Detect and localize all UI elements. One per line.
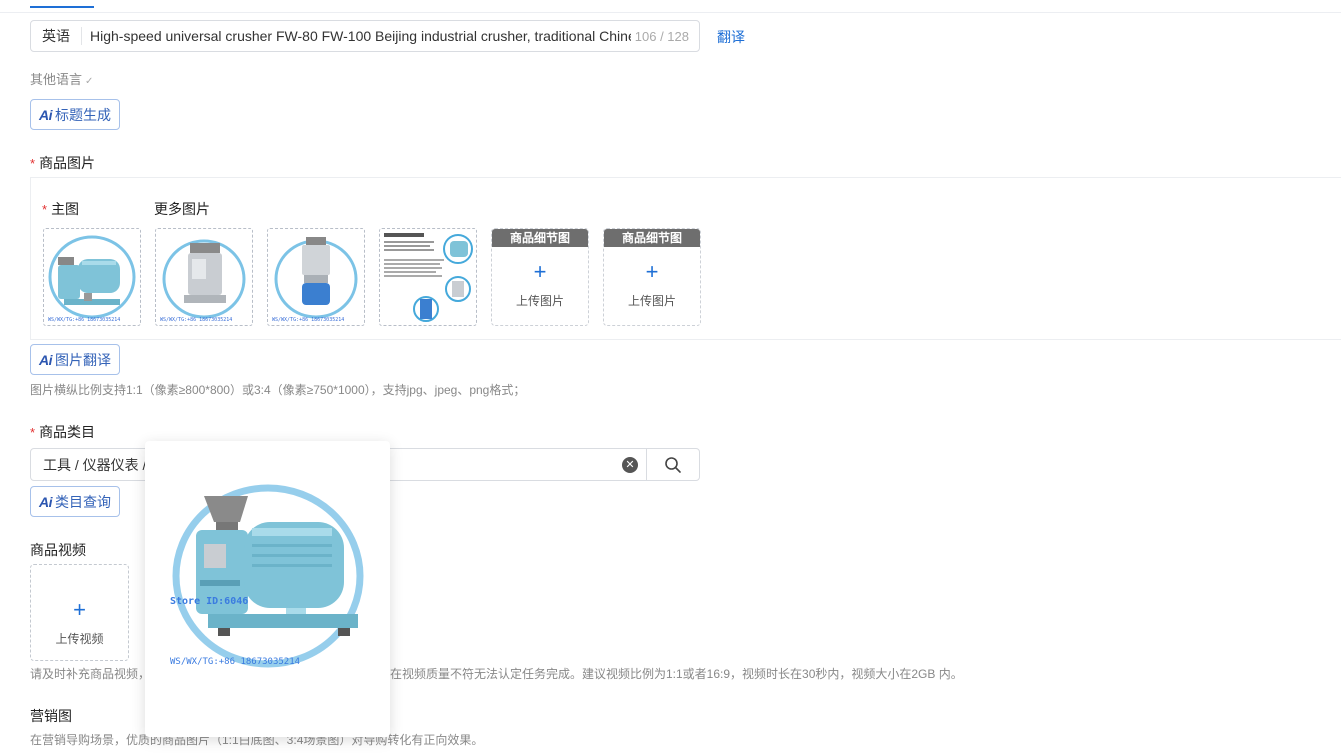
thumbnail-watermark: WS/WX/TG:+86 18673035214 (272, 317, 344, 323)
plus-icon: + (533, 259, 547, 284)
ai-title-generate-button[interactable]: Ai 标题生成 (30, 99, 120, 130)
marketing-image-label: 营销图 (30, 708, 72, 724)
required-mark: * (30, 425, 36, 440)
preview-watermark: WS/WX/TG:+86 18673035214 (170, 657, 300, 667)
clear-icon[interactable]: ✕ (622, 456, 638, 473)
main-image-label: * 主图 (42, 199, 79, 219)
thumbnail-watermark: WS/WX/TG:+86 18673035214 (160, 317, 232, 323)
ai-category-query-label: 类目查询 (55, 493, 111, 510)
translate-link[interactable]: 翻译 (717, 27, 745, 47)
video-hint-left: 请及时补充商品视频， (30, 667, 151, 681)
search-icon (665, 456, 681, 473)
main-image-thumbnail[interactable]: WS/WX/TG:+86 18673035214 (43, 228, 141, 326)
detail-image-slot-header: 商品细节图 (492, 229, 588, 247)
detail-image-upload-2[interactable]: 商品细节图 + 上传图片 (603, 228, 701, 326)
title-char-count: 106 / 128 (634, 28, 689, 44)
ai-icon: Ai (39, 351, 53, 368)
ai-image-translate-button[interactable]: Ai 图片翻译 (30, 344, 120, 375)
detail-image-upload-1[interactable]: 商品细节图 + 上传图片 (491, 228, 589, 326)
crusher-image-1: WS/WX/TG:+86 18673035214 (48, 235, 136, 323)
ai-icon: Ai (39, 493, 53, 510)
crusher-spec-sheet-image (384, 233, 473, 322)
other-languages-toggle[interactable]: 其他语言 ✓ (30, 69, 93, 88)
active-tab-indicator (30, 6, 94, 8)
product-images-label-text: 商品图片 (39, 155, 96, 171)
category-label: * 商品类目 (30, 422, 95, 442)
detail-image-slot-header: 商品细节图 (604, 229, 700, 247)
chevron-down-icon: ✓ (85, 76, 94, 87)
category-search-button[interactable] (646, 449, 699, 480)
more-image-thumbnail-1[interactable]: WS/WX/TG:+86 18673035214 (155, 228, 253, 326)
ai-title-generate-label: 标题生成 (55, 106, 111, 123)
title-field[interactable]: 英语 High-speed universal crusher FW-80 FW… (30, 20, 700, 52)
product-images-label: * 商品图片 (30, 153, 95, 173)
other-languages-label: 其他语言 (30, 72, 83, 87)
ai-image-translate-label: 图片翻译 (55, 351, 111, 368)
thumbnail-watermark: WS/WX/TG:+86 18673035214 (48, 317, 120, 323)
image-preview-popup: Store ID:6046 WS/WX/TG:+86 18673035214 (145, 441, 390, 737)
upload-image-label: 上传图片 (627, 294, 676, 308)
crusher-preview-image: Store ID:6046 WS/WX/TG:+86 18673035214 (170, 484, 363, 668)
video-upload-slot[interactable]: + 上传视频 (30, 564, 129, 661)
required-mark: * (42, 202, 48, 217)
title-input[interactable]: High-speed universal crusher FW-80 FW-10… (82, 28, 631, 44)
ai-icon: Ai (39, 106, 53, 123)
more-image-thumbnail-2[interactable]: WS/WX/TG:+86 18673035214 (267, 228, 365, 326)
plus-icon: + (73, 597, 86, 622)
category-label-text: 商品类目 (39, 424, 96, 440)
product-video-label: 商品视频 (30, 542, 86, 558)
video-hint-right: 在视频质量不符无法认定任务完成。建议视频比例为1:1或者16:9，视频时长在30… (390, 667, 963, 681)
ai-category-query-button[interactable]: Ai 类目查询 (30, 486, 120, 517)
required-mark: * (30, 156, 36, 171)
preview-store-watermark: Store ID:6046 (170, 596, 248, 607)
header-divider (0, 12, 1341, 13)
crusher-image-3: WS/WX/TG:+86 18673035214 (272, 237, 358, 323)
main-image-label-text: 主图 (51, 201, 80, 217)
crusher-image-2: WS/WX/TG:+86 18673035214 (160, 239, 246, 323)
more-images-label: 更多图片 (154, 201, 210, 217)
title-lang-tag: 英语 (31, 27, 82, 45)
plus-icon: + (645, 259, 659, 284)
upload-image-label: 上传图片 (515, 294, 564, 308)
upload-video-label: 上传视频 (55, 632, 104, 646)
more-image-thumbnail-3[interactable] (379, 228, 477, 326)
image-format-hint: 图片横纵比例支持1:1（像素≥800*800）或3:4（像素≥750*1000）… (30, 383, 526, 397)
